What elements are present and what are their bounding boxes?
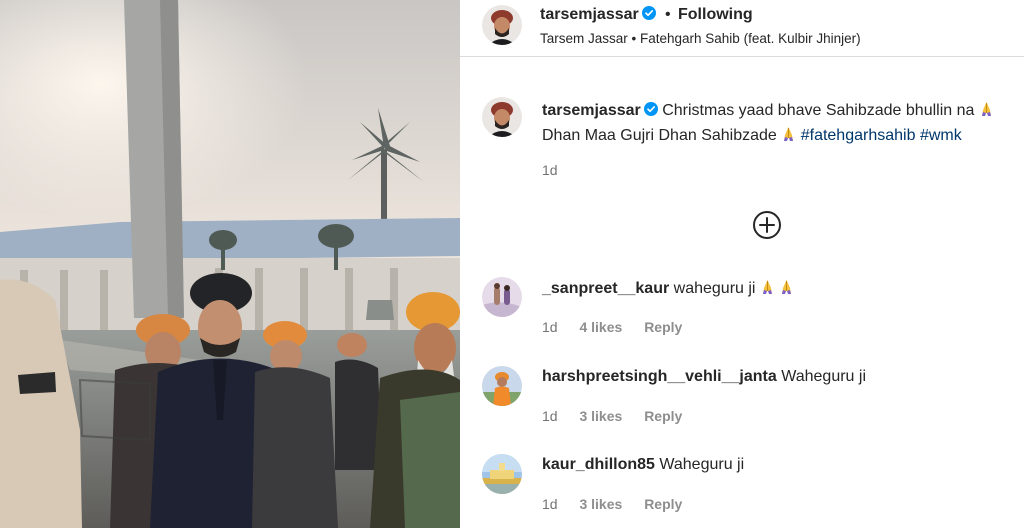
folded-hands-emoji-icon [784, 127, 794, 141]
comment-meta: 1d 3 likes Reply [542, 496, 700, 512]
folded-hands-emoji-icon [981, 102, 991, 116]
plus-circle-icon [753, 211, 781, 239]
load-more-comments-button[interactable] [752, 210, 782, 240]
comment-meta: 1d 4 likes Reply [542, 319, 700, 335]
comment-likes[interactable]: 3 likes [579, 496, 622, 512]
comment-username[interactable]: harshpreetsingh__vehli__janta [542, 368, 777, 385]
video-frame-image [0, 0, 460, 528]
post-header: tarsemjassar • Following Tarsem Jassar •… [460, 0, 1024, 57]
comment-timestamp[interactable]: 1d [542, 319, 558, 335]
commenter-avatar[interactable] [482, 454, 522, 494]
author-username-row[interactable]: tarsemjassar [540, 6, 656, 24]
folded-hands-emoji-icon [762, 280, 772, 294]
caption-text-line1: Christmas yaad bhave Sahibzade bhullin n… [662, 102, 975, 119]
reply-button[interactable]: Reply [644, 319, 682, 335]
comment-text: Waheguru ji [781, 368, 866, 385]
caption-timestamp[interactable]: 1d [542, 162, 558, 178]
comment-item: _sanpreet__kaur waheguru ji 1d 4 likes R… [460, 277, 1024, 357]
reply-button[interactable]: Reply [644, 408, 682, 424]
comment-item: kaur_dhillon85 Waheguru ji 1d 3 likes Re… [460, 454, 1024, 528]
comment-text: Waheguru ji [659, 456, 745, 473]
post-details-panel: tarsemjassar • Following Tarsem Jassar •… [460, 0, 1024, 528]
header-separator: • [665, 6, 671, 23]
comment-body: kaur_dhillon85 Waheguru ji [542, 456, 744, 474]
reply-button[interactable]: Reply [644, 496, 682, 512]
hashtag-fatehgarhsahib[interactable]: #fatehgarhsahib [801, 127, 916, 144]
comment-item: harshpreetsingh__vehli__janta Waheguru j… [460, 366, 1024, 446]
comment-likes[interactable]: 3 likes [579, 408, 622, 424]
post-video[interactable] [0, 0, 460, 528]
comment-body: _sanpreet__kaur waheguru ji [542, 279, 794, 298]
comment-likes[interactable]: 4 likes [579, 319, 622, 335]
verified-badge-icon [641, 6, 656, 20]
following-button[interactable]: Following [678, 6, 753, 24]
folded-hands-emoji-icon [782, 280, 792, 294]
audio-attribution[interactable]: Tarsem Jassar • Fatehgarh Sahib (feat. K… [540, 31, 861, 46]
caption-text-line2: Dhan Maa Gujri Dhan Sahibzade [542, 127, 777, 144]
verified-badge-icon [643, 102, 658, 116]
comment-text: waheguru ji [673, 280, 756, 297]
comment-username[interactable]: _sanpreet__kaur [542, 280, 669, 297]
caption-author-avatar[interactable] [482, 97, 522, 137]
author-avatar[interactable] [482, 5, 522, 45]
author-username[interactable]: tarsemjassar [540, 6, 639, 23]
caption-username[interactable]: tarsemjassar [542, 102, 641, 119]
caption-text: tarsemjassar Christmas yaad bhave Sahibz… [542, 98, 1012, 148]
comment-meta: 1d 3 likes Reply [542, 408, 700, 424]
comment-body: harshpreetsingh__vehli__janta Waheguru j… [542, 368, 866, 386]
commenter-avatar[interactable] [482, 366, 522, 406]
commenter-avatar[interactable] [482, 277, 522, 317]
hashtag-wmk[interactable]: #wmk [920, 127, 962, 144]
comment-timestamp[interactable]: 1d [542, 408, 558, 424]
comment-timestamp[interactable]: 1d [542, 496, 558, 512]
comment-username[interactable]: kaur_dhillon85 [542, 456, 655, 473]
